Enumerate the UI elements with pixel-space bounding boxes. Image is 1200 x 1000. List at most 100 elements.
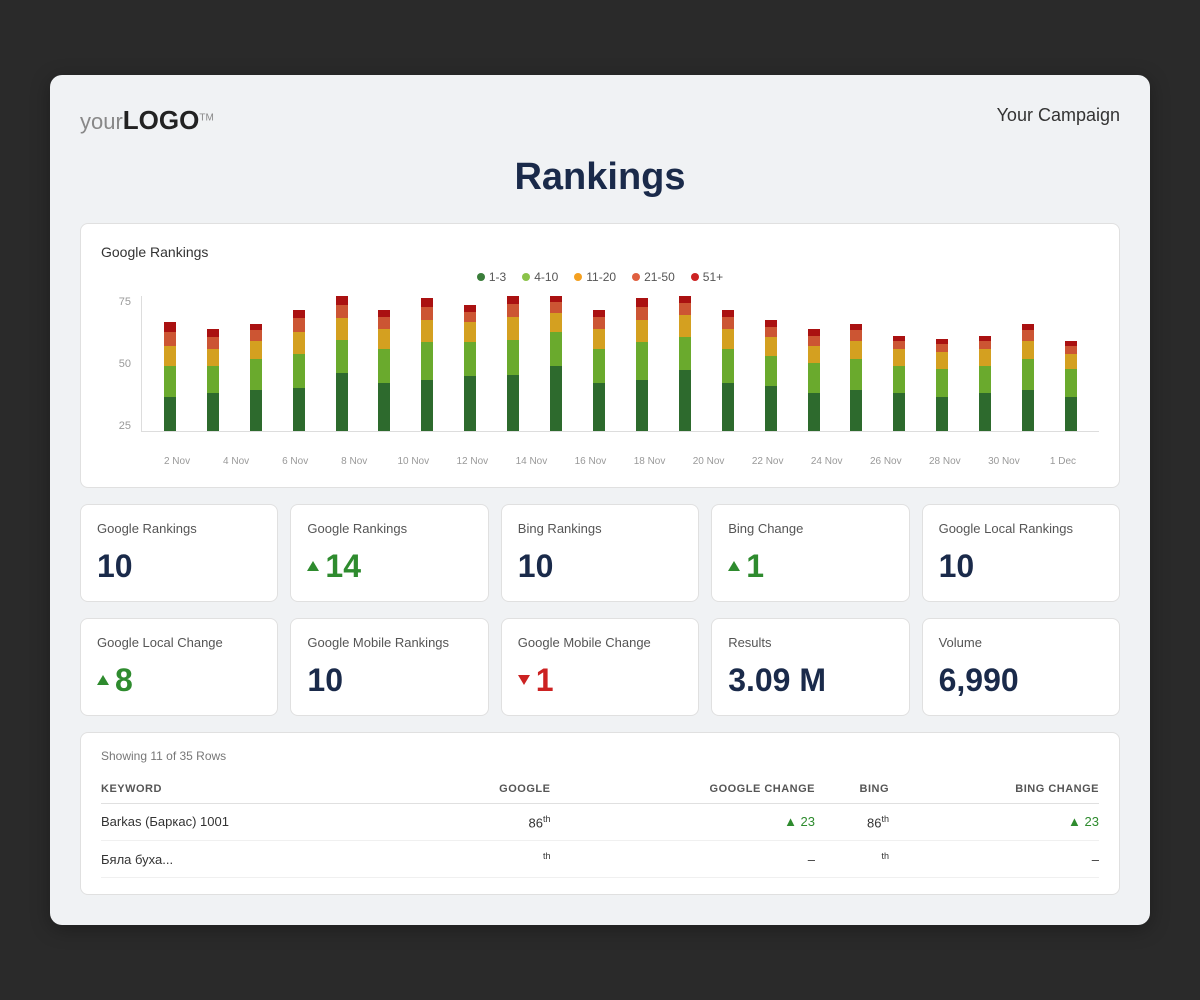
bar-segment	[593, 310, 605, 317]
bar-segment	[293, 332, 305, 354]
metric-card: Google Rankings14	[290, 504, 488, 602]
bar-segment	[593, 317, 605, 329]
bar-segment	[207, 393, 219, 430]
google-rank-cell: 86th	[422, 803, 551, 840]
legend-item: 51+	[691, 270, 723, 284]
chart-card: Google Rankings 1-34-1011-2021-5051+ 755…	[80, 223, 1120, 488]
bar-group	[879, 296, 919, 431]
bar-group	[536, 296, 576, 431]
bar-segment	[336, 305, 348, 319]
bar-segment	[164, 322, 176, 332]
bar-group	[322, 296, 362, 431]
bar-segment	[936, 397, 948, 431]
table-header: BING CHANGE	[889, 775, 1099, 804]
bar-segment	[850, 330, 862, 340]
bar-segment	[979, 393, 991, 430]
bar-segment	[636, 380, 648, 431]
metric-value-text: 10	[939, 548, 975, 585]
bar-segment	[464, 312, 476, 322]
bar-group	[922, 296, 962, 431]
metric-card: Google Rankings10	[80, 504, 278, 602]
bar-segment	[293, 310, 305, 319]
legend-dot	[632, 273, 640, 281]
metric-label: Bing Change	[728, 521, 892, 536]
chart-area: 75 50 25	[101, 296, 1099, 456]
google-change-cell: ▲ 23	[550, 803, 815, 840]
y-axis-label: 25	[119, 420, 131, 432]
metric-card: Volume6,990	[922, 618, 1120, 716]
bar-segment	[850, 324, 862, 331]
chart-legend: 1-34-1011-2021-5051+	[101, 270, 1099, 284]
bar-group	[965, 296, 1005, 431]
bar-segment	[679, 315, 691, 336]
bar-segment	[293, 354, 305, 388]
bar-segment	[378, 349, 390, 383]
google-change-cell: –	[550, 841, 815, 878]
x-axis-label: 2 Nov	[149, 456, 205, 467]
keyword-cell: Barkas (Баркас) 1001	[101, 803, 422, 840]
bar-segment	[722, 383, 734, 431]
bar-segment	[207, 366, 219, 393]
x-axis-label: 6 Nov	[267, 456, 323, 467]
bar-group	[1051, 296, 1091, 431]
metric-card: Google Local Rankings10	[922, 504, 1120, 602]
metric-card: Bing Change 1	[711, 504, 909, 602]
x-axis-label: 18 Nov	[622, 456, 678, 467]
bar-group	[407, 296, 447, 431]
legend-item: 11-20	[574, 270, 616, 284]
metric-card: Bing Rankings10	[501, 504, 699, 602]
x-labels: 2 Nov4 Nov6 Nov8 Nov10 Nov12 Nov14 Nov16…	[101, 456, 1099, 467]
bar-segment	[464, 376, 476, 430]
bar-segment	[936, 344, 948, 353]
x-axis-label: 30 Nov	[976, 456, 1032, 467]
bars-container	[141, 296, 1099, 432]
metric-label: Google Local Change	[97, 635, 261, 650]
metric-label: Results	[728, 635, 892, 650]
y-axis-label: 75	[119, 296, 131, 308]
y-axis-label: 50	[119, 358, 131, 370]
chart-title: Google Rankings	[101, 244, 1099, 260]
arrow-up-icon	[307, 561, 319, 571]
bar-segment	[593, 329, 605, 349]
bar-segment	[550, 302, 562, 313]
bar-group	[751, 296, 791, 431]
bing-rank-cell: th	[815, 841, 889, 878]
bar-segment	[1022, 390, 1034, 431]
bar-segment	[893, 366, 905, 393]
bar-segment	[808, 393, 820, 430]
metric-value: 10	[939, 548, 1103, 585]
header: yourLOGOTM Your Campaign	[80, 105, 1120, 136]
bar-segment	[207, 329, 219, 338]
bar-segment	[207, 349, 219, 366]
bar-group	[236, 296, 276, 431]
metric-value: 1	[728, 548, 892, 585]
bar-segment	[1022, 359, 1034, 390]
bar-segment	[1022, 330, 1034, 340]
bar-segment	[679, 296, 691, 304]
legend-dot	[574, 273, 582, 281]
bar-segment	[979, 349, 991, 366]
metric-value: 10	[307, 662, 471, 699]
bar-segment	[421, 380, 433, 431]
bar-segment	[636, 320, 648, 342]
x-axis-label: 14 Nov	[503, 456, 559, 467]
metric-value-text: 1	[536, 662, 554, 699]
bar-segment	[250, 324, 262, 331]
legend-dot	[691, 273, 699, 281]
bar-segment	[507, 304, 519, 317]
metric-value: 3.09 M	[728, 662, 892, 699]
metric-value-text: 8	[115, 662, 133, 699]
legend-item: 21-50	[632, 270, 675, 284]
bar-segment	[336, 318, 348, 339]
bar-segment	[378, 383, 390, 431]
legend-label: 1-3	[489, 270, 506, 284]
bar-group	[622, 296, 662, 431]
table-header: KEYWORD	[101, 775, 422, 804]
x-axis-label: 26 Nov	[858, 456, 914, 467]
table-header: BING	[815, 775, 889, 804]
metric-value: 6,990	[939, 662, 1103, 699]
bar-segment	[679, 303, 691, 315]
bar-segment	[421, 298, 433, 307]
bar-segment	[250, 330, 262, 340]
x-axis-label: 24 Nov	[799, 456, 855, 467]
